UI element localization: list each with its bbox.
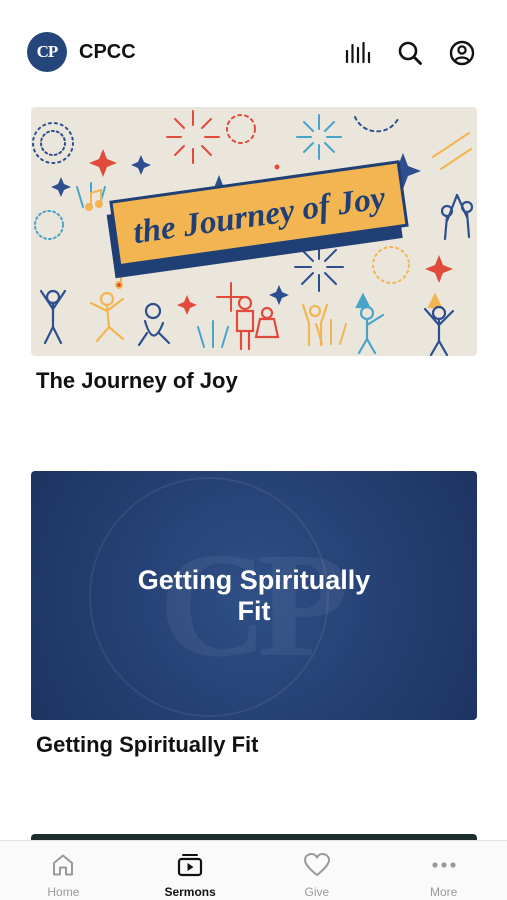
search-icon[interactable] [395,38,425,68]
sermons-screen: CP CPCC the Journey of Joy The Journey o… [0,0,507,900]
tab-label: More [429,885,458,899]
heart-icon [303,851,331,879]
tab-label: Sermons [164,885,216,899]
artwork-title: Getting Spiritually Fit [137,564,371,626]
sermon-card[interactable]: the Journey of Joy The Journey of Joy [31,107,477,394]
home-icon [49,851,77,879]
tab-home[interactable]: Home [0,841,127,900]
tab-give[interactable]: Give [254,841,381,900]
sermon-title: Getting Spiritually Fit [36,732,259,757]
sermon-artwork: the Journey of Joy [31,107,477,356]
sermon-artwork: CP Getting Spiritually Fit [31,471,477,720]
bottom-tab-bar: Home Sermons Give More [0,840,507,900]
app-name: CPCC [79,40,136,63]
tab-label: Give [304,885,330,899]
sermons-icon [176,851,204,879]
tab-sermons[interactable]: Sermons [127,841,254,900]
tab-label: Home [47,885,80,899]
account-icon[interactable] [447,38,477,68]
audio-bars-icon[interactable] [343,38,373,68]
sermon-title: The Journey of Joy [36,368,238,393]
brand[interactable]: CP CPCC [27,32,136,72]
header-actions [321,38,477,68]
cpcc-logo: CP [27,32,67,72]
journey-of-joy-art: the Journey of Joy [32,110,474,356]
app-header: CP CPCC [0,28,507,76]
sermon-card[interactable]: CP Getting Spiritually Fit Getting Spiri… [31,471,477,758]
tab-more[interactable]: More [380,841,507,900]
more-icon [430,851,458,879]
